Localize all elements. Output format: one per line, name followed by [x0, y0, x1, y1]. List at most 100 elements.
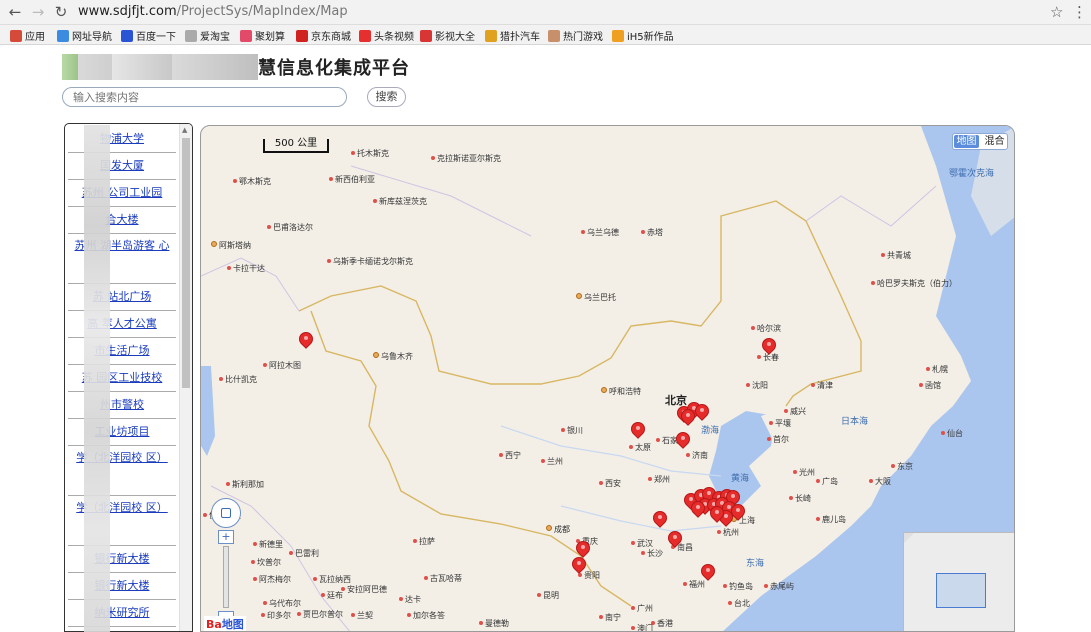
city-name: 赤尾屿 — [770, 582, 794, 591]
map-type-map-button[interactable]: 地图 — [954, 135, 979, 148]
city-name: 赤塔 — [647, 228, 663, 237]
city-dot-icon — [869, 479, 873, 483]
back-icon[interactable]: ← — [6, 3, 24, 21]
project-marker-icon[interactable] — [665, 528, 685, 551]
project-marker-icon[interactable] — [296, 329, 316, 352]
city-name: 印多尔 — [267, 611, 291, 620]
project-marker-icon[interactable] — [678, 406, 698, 429]
address-bar[interactable]: www.sdjfjt.com/ProjectSys/MapIndex/Map — [78, 4, 348, 19]
city-label: 长沙 — [641, 548, 663, 559]
project-marker-icon[interactable] — [707, 503, 727, 526]
city-dot-icon — [648, 477, 652, 481]
zoom-slider[interactable] — [223, 546, 229, 608]
city-dot-icon — [211, 241, 217, 247]
overview-viewport[interactable] — [936, 573, 986, 608]
city-name: 坎普尔 — [257, 558, 281, 567]
reload-icon[interactable]: ↻ — [52, 3, 70, 21]
city-label: 函馆 — [919, 380, 941, 391]
bookmark-item[interactable]: 猎扑汽车 — [485, 28, 540, 43]
bookmark-item[interactable]: 百度一下 — [121, 28, 176, 43]
map-overview[interactable] — [903, 532, 1014, 631]
city-label: 大阪 — [869, 476, 891, 487]
bookmark-item[interactable]: 网址导航 — [57, 28, 112, 43]
city-name: 平壤 — [775, 419, 791, 428]
city-dot-icon — [683, 582, 687, 586]
city-dot-icon — [723, 584, 727, 588]
city-dot-icon — [717, 530, 721, 534]
city-label: 钓鱼岛 — [723, 581, 753, 592]
bookmark-item[interactable]: 京东商城 — [296, 28, 351, 43]
bookmark-label: 聚划算 — [255, 32, 285, 43]
list-scrollbar[interactable]: ▲ — [179, 124, 192, 631]
scrollbar-thumb[interactable] — [182, 138, 190, 388]
bookmark-icon — [57, 30, 69, 42]
city-label: 鹿儿岛 — [816, 514, 846, 525]
map-pan-control[interactable] — [211, 498, 241, 528]
project-marker-icon[interactable] — [650, 508, 670, 531]
page-content: 慧信息化集成平台 搜索 物浦大学国发大厦苏州 公司工业园合大楼苏州 湖半岛游客 … — [0, 45, 1091, 632]
city-dot-icon — [746, 383, 750, 387]
project-link[interactable]: 合大楼 — [106, 213, 139, 226]
bookmark-label: 百度一下 — [136, 32, 176, 43]
city-dot-icon — [499, 453, 503, 457]
city-name: 共青城 — [887, 251, 911, 260]
bookmark-item[interactable]: 影视大全 — [420, 28, 475, 43]
bookmark-icon — [121, 30, 133, 42]
city-label: 乌兰乌德 — [581, 227, 619, 238]
bookmark-star-icon[interactable]: ☆ — [1050, 3, 1063, 21]
search-button[interactable]: 搜索 — [367, 87, 406, 107]
bookmark-icon — [420, 30, 432, 42]
zoom-in-button[interactable]: + — [218, 530, 234, 544]
city-name: 比什凯克 — [225, 375, 257, 384]
city-dot-icon — [599, 481, 603, 485]
bookmark-item[interactable]: 应用 — [10, 28, 45, 43]
city-name: 威兴 — [790, 407, 806, 416]
city-name: 钓鱼岛 — [729, 582, 753, 591]
overview-toggle-icon[interactable] — [904, 533, 914, 543]
city-label: 新西伯利亚 — [329, 174, 375, 185]
city-name: 乌鲁木齐 — [381, 352, 413, 361]
city-label: 廷布 — [321, 590, 343, 601]
bookmark-item[interactable]: 热门游戏 — [548, 28, 603, 43]
project-marker-icon[interactable] — [628, 419, 648, 442]
project-marker-icon[interactable] — [569, 554, 589, 577]
city-dot-icon — [479, 621, 483, 625]
map-type-hybrid-button[interactable]: 混合 — [982, 135, 1007, 148]
city-name: 乌斯季卡缅诺戈尔斯克 — [333, 257, 413, 266]
bookmark-label: 影视大全 — [435, 32, 475, 43]
city-name: 瓦拉纳西 — [319, 575, 351, 584]
bookmark-item[interactable]: iH5新作品 — [612, 28, 674, 43]
city-name: 托木斯克 — [357, 149, 389, 158]
bookmark-icon — [612, 30, 624, 42]
city-dot-icon — [581, 230, 585, 234]
bookmark-item[interactable]: 头条视频 — [359, 28, 414, 43]
city-name: 沈阳 — [752, 381, 768, 390]
map-view[interactable]: 500 公里 地图 混合 鄂霍次克海 日本海 渤海 黄海 东海 托木斯克 克拉斯诺亚尔斯克鄂… — [200, 125, 1015, 632]
city-dot-icon — [546, 525, 552, 531]
forward-icon[interactable]: → — [29, 3, 47, 21]
city-label: 新库兹涅茨克 — [373, 196, 427, 207]
browser-menu-icon[interactable]: ⋮ — [1072, 3, 1087, 21]
bookmark-item[interactable]: 聚划算 — [240, 28, 285, 43]
project-marker-icon[interactable] — [688, 498, 708, 521]
city-label: 西安 — [599, 478, 621, 489]
project-marker-icon[interactable] — [692, 401, 712, 424]
project-marker-icon[interactable] — [673, 429, 693, 452]
bookmark-item[interactable]: 爱淘宝 — [185, 28, 230, 43]
city-name: 曼德勒 — [485, 619, 509, 628]
city-label: 仙台 — [941, 428, 963, 439]
city-name: 大阪 — [875, 477, 891, 486]
search-input[interactable] — [62, 87, 347, 107]
scroll-up-icon[interactable]: ▲ — [182, 126, 187, 134]
city-name: 巴甫洛达尔 — [273, 223, 313, 232]
city-dot-icon — [431, 156, 435, 160]
bookmark-icon — [548, 30, 560, 42]
project-marker-icon[interactable] — [728, 501, 748, 524]
pan-center-icon[interactable] — [221, 508, 231, 518]
project-marker-icon[interactable] — [698, 561, 718, 584]
bookmark-icon — [296, 30, 308, 42]
city-label: 西宁 — [499, 450, 521, 461]
city-dot-icon — [926, 367, 930, 371]
project-marker-icon[interactable] — [759, 335, 779, 358]
city-label: 南宁 — [599, 612, 621, 623]
